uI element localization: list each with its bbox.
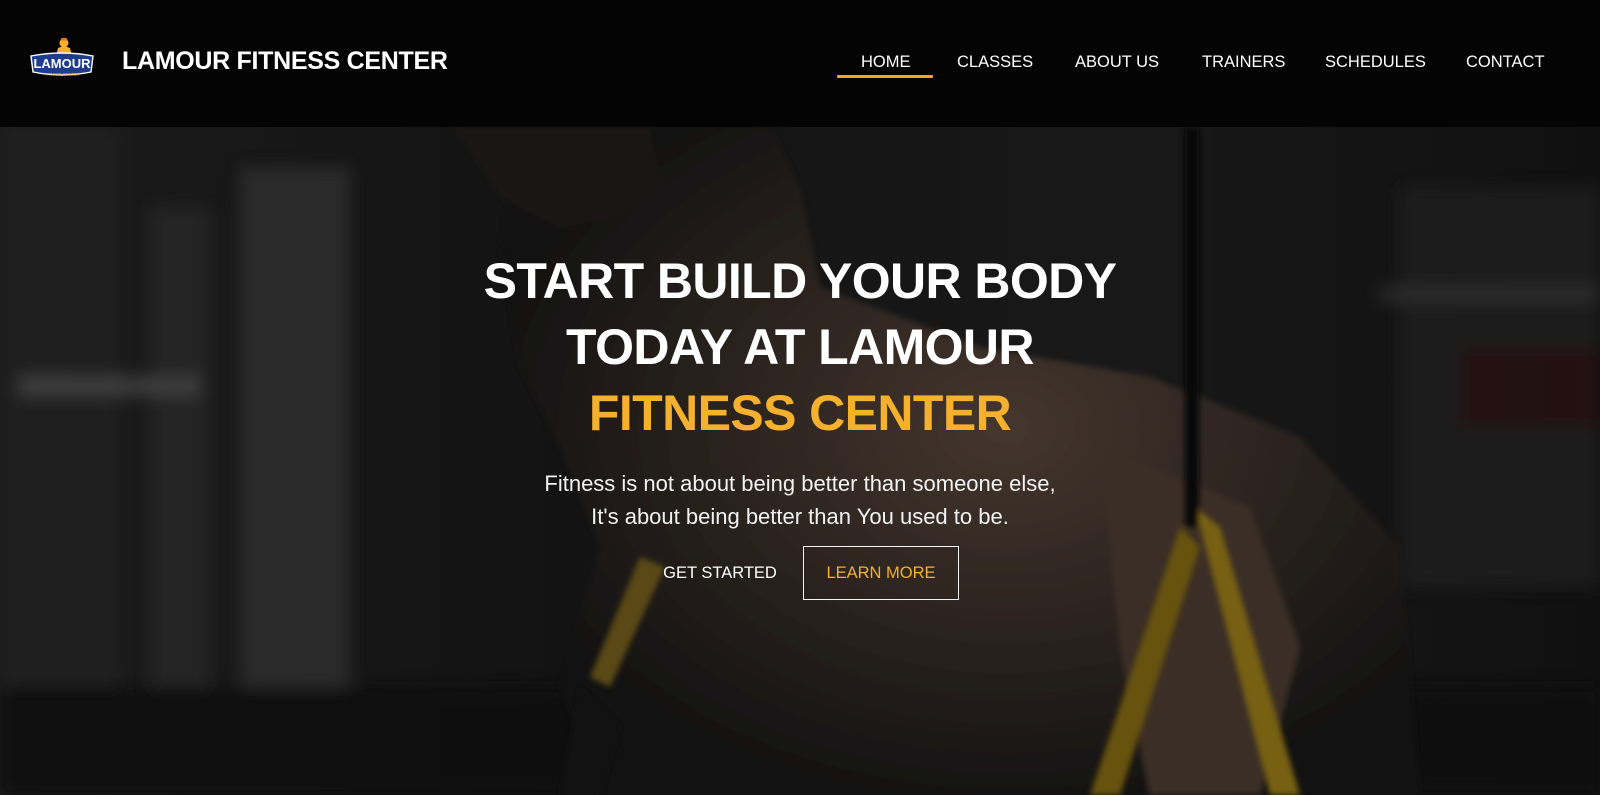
nav-active-indicator xyxy=(837,75,933,78)
hero-section: START BUILD YOUR BODY TODAY AT LAMOUR FI… xyxy=(0,127,1600,795)
hero-headline-highlight: FITNESS CENTER xyxy=(588,385,1012,441)
main-nav: HOME CLASSES ABOUT US TRAINERS SCHEDULES… xyxy=(0,0,1600,127)
hero-content: START BUILD YOUR BODY TODAY AT LAMOUR FI… xyxy=(0,127,1600,795)
get-started-button[interactable]: GET STARTED xyxy=(652,546,788,600)
site-header: LAMOUR FITNESS CENTER LAMOUR FITNESS CEN… xyxy=(0,0,1600,127)
learn-more-button[interactable]: LEARN MORE xyxy=(803,546,959,600)
hero-tagline-line2: It's about being better than You used to… xyxy=(591,504,1009,529)
nav-item-about-us[interactable]: ABOUT US xyxy=(1075,53,1159,72)
hero-headline-line2: TODAY AT LAMOUR xyxy=(566,319,1034,375)
nav-item-contact[interactable]: CONTACT xyxy=(1466,53,1545,72)
nav-item-home[interactable]: HOME xyxy=(861,53,911,72)
hero-headline-line1: START BUILD YOUR BODY xyxy=(483,253,1117,309)
nav-item-schedules[interactable]: SCHEDULES xyxy=(1325,53,1426,72)
nav-item-trainers[interactable]: TRAINERS xyxy=(1202,53,1285,72)
nav-item-classes[interactable]: CLASSES xyxy=(957,53,1033,72)
hero-tagline-line1: Fitness is not about being better than s… xyxy=(544,471,1056,496)
